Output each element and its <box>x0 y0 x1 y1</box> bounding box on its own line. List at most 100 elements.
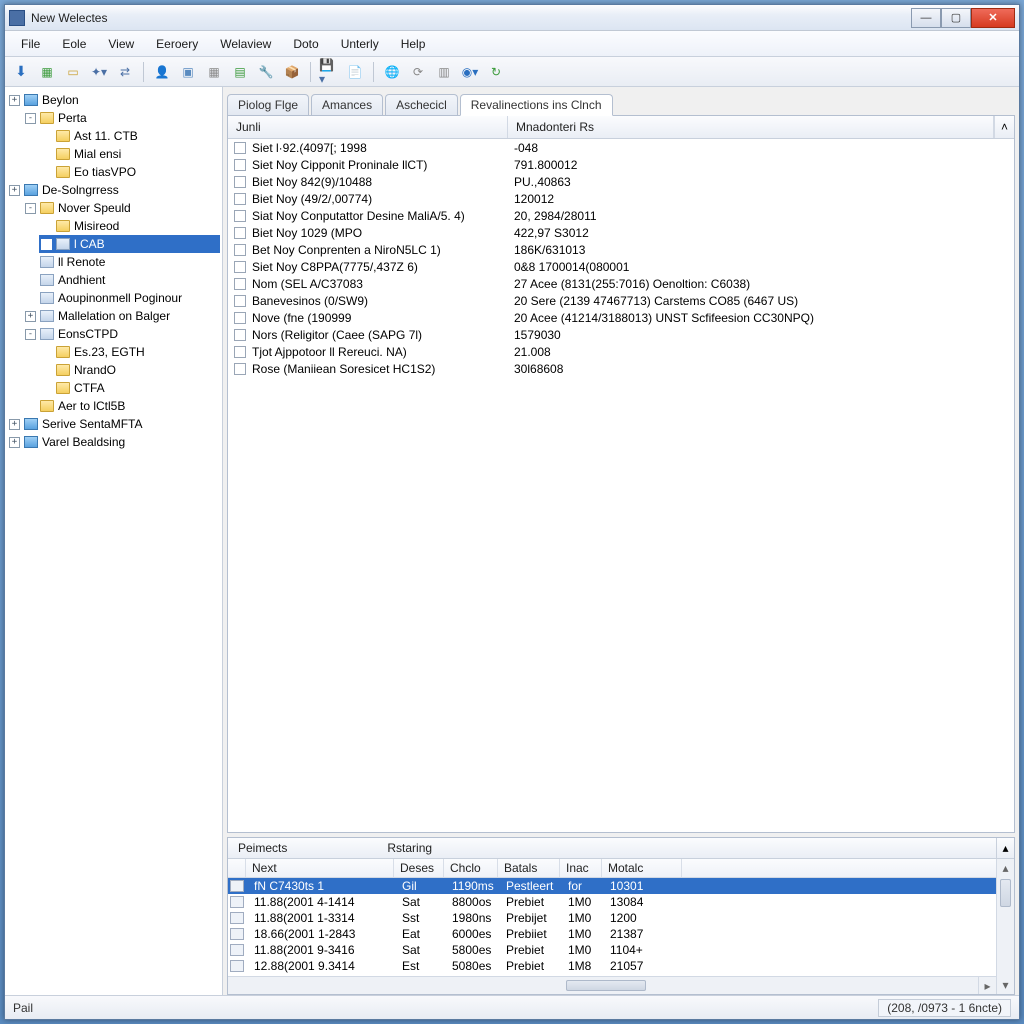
tree-node[interactable]: +Varel Bealdsing <box>7 433 220 451</box>
checkbox[interactable] <box>234 244 246 256</box>
user-icon[interactable]: 👤 <box>152 62 172 82</box>
tree-node[interactable]: Andhient <box>23 271 220 289</box>
list-row[interactable]: Tjot Ajppotoor ll Rereuci. NA)21.008 <box>228 343 1014 360</box>
bottom-row[interactable]: fN C7430ts 1Gil1190msPestleertfor10301 <box>228 878 996 894</box>
scrollbar-thumb[interactable] <box>1000 879 1011 907</box>
checkbox[interactable] <box>234 176 246 188</box>
open-icon[interactable]: ▭ <box>63 62 83 82</box>
tab-aschecicl[interactable]: Aschecicl <box>385 94 458 115</box>
bottom-col-batals[interactable]: Batals <box>498 859 560 877</box>
bottom-col-deses[interactable]: Deses <box>394 859 444 877</box>
tree-node[interactable]: ll Renote <box>23 253 220 271</box>
tree-node[interactable]: Es.23, EGTH <box>39 343 220 361</box>
scrollbar-thumb[interactable] <box>566 980 646 991</box>
expand-icon[interactable]: + <box>9 95 20 106</box>
sync-icon[interactable]: ⟳ <box>408 62 428 82</box>
list-row[interactable]: Siet l·92.(4097[; 1998-048 <box>228 139 1014 156</box>
tree-sidebar[interactable]: +Beylon-PertaAst 11. CTBMial ensiEo tias… <box>5 87 223 995</box>
globe-icon[interactable]: 🌐 <box>382 62 402 82</box>
collapse-icon[interactable]: - <box>25 203 36 214</box>
menu-welaview[interactable]: Welaview <box>210 34 281 54</box>
checkbox[interactable] <box>234 295 246 307</box>
tab-revalinections-ins-clnch[interactable]: Revalinections ins Clnch <box>460 94 613 116</box>
scroll-down-icon[interactable]: ▾ <box>997 976 1014 994</box>
checkbox[interactable] <box>234 210 246 222</box>
expand-icon[interactable]: + <box>9 185 20 196</box>
checkbox[interactable] <box>234 329 246 341</box>
tab-rstaring[interactable]: Rstaring <box>377 838 442 858</box>
window-icon[interactable]: ▣ <box>178 62 198 82</box>
list-row[interactable]: Banevesinos (0/SW9)20 Sere (2139 4746771… <box>228 292 1014 309</box>
tree-node[interactable]: -EonsCTPD <box>23 325 220 343</box>
list-row[interactable]: Biet Noy (49/2/,00774)120012 <box>228 190 1014 207</box>
bottom-row[interactable]: 11.88(2001 9-3416Sat5800esPrebiet1M01104… <box>228 942 996 958</box>
column-junli[interactable]: Junli <box>228 116 508 138</box>
box-icon[interactable]: 📦 <box>282 62 302 82</box>
tree-node[interactable]: -Nover Speuld <box>23 199 220 217</box>
checkbox[interactable] <box>234 312 246 324</box>
tree-node[interactable]: Misireod <box>39 217 220 235</box>
tab-amances[interactable]: Amances <box>311 94 383 115</box>
tree-node[interactable]: Aer to lCtl5B <box>23 397 220 415</box>
tree-node[interactable]: +Beylon <box>7 91 220 109</box>
tree-node[interactable]: Eo tiasVPO <box>39 163 220 181</box>
menu-eole[interactable]: Eole <box>52 34 96 54</box>
tree-node[interactable]: Mial ensi <box>39 145 220 163</box>
menu-unterly[interactable]: Unterly <box>331 34 389 54</box>
new-icon[interactable]: ▦ <box>37 62 57 82</box>
bottom-col-chclo[interactable]: Chclo <box>444 859 498 877</box>
list-row[interactable]: Nors (Religitor (Caee (SAPG 7l)1579030 <box>228 326 1014 343</box>
horizontal-scrollbar[interactable]: ▸ <box>228 976 996 994</box>
tree-node[interactable]: Aoupinonmell Poginour <box>23 289 220 307</box>
expand-icon[interactable]: + <box>25 311 36 322</box>
maximize-button[interactable]: ▢ <box>941 8 971 28</box>
list-row[interactable]: Nove (fne (19099920 Acee (41214/3188013)… <box>228 309 1014 326</box>
checkbox[interactable] <box>234 261 246 273</box>
tree-node[interactable]: CTFA <box>39 379 220 397</box>
collapse-icon[interactable]: ˄ <box>994 116 1014 138</box>
list-row[interactable]: Siat Noy Conputattor Desine MaliA/5. 4)2… <box>228 207 1014 224</box>
menu-eeroery[interactable]: Eeroery <box>146 34 208 54</box>
link-icon[interactable]: ⇄ <box>115 62 135 82</box>
list-row[interactable]: Biet Noy 842(9)/10488PU.,40863 <box>228 173 1014 190</box>
bottom-rows[interactable]: fN C7430ts 1Gil1190msPestleertfor1030111… <box>228 878 996 976</box>
bottom-row[interactable]: 11.88(2001 1-3314Sst1980nsPrebijet1M0120… <box>228 910 996 926</box>
page-icon[interactable]: 📄 <box>345 62 365 82</box>
scroll-right-icon[interactable]: ▸ <box>978 977 996 994</box>
scroll-up-icon[interactable]: ▴ <box>996 838 1014 858</box>
close-button[interactable]: ✕ <box>971 8 1015 28</box>
collapse-icon[interactable]: - <box>25 329 36 340</box>
checkbox[interactable] <box>234 193 246 205</box>
wizard-icon[interactable]: ✦▾ <box>89 62 109 82</box>
bottom-row[interactable]: 11.88(2001 4-1414Sat8800osPrebiet1M01308… <box>228 894 996 910</box>
list-row[interactable]: Bet Noy Conprenten a NiroN5LC 1)186K/631… <box>228 241 1014 258</box>
bottom-col-motalc[interactable]: Motalc <box>602 859 682 877</box>
tab-peimects[interactable]: Peimects <box>228 838 297 858</box>
list-row[interactable]: Rose (Maniiean Soresicet HC1S2)30l68608 <box>228 360 1014 377</box>
help-icon[interactable]: ◉▾ <box>460 62 480 82</box>
tab-piolog-flge[interactable]: Piolog Flge <box>227 94 309 115</box>
menu-help[interactable]: Help <box>391 34 436 54</box>
checkbox[interactable] <box>234 227 246 239</box>
menu-view[interactable]: View <box>98 34 144 54</box>
scroll-up-icon[interactable]: ▴ <box>997 859 1014 877</box>
refresh-icon[interactable]: ↻ <box>486 62 506 82</box>
list-rows[interactable]: Siet l·92.(4097[; 1998-048Siet Noy Cippo… <box>228 139 1014 832</box>
table-icon[interactable]: ▤ <box>230 62 250 82</box>
list-row[interactable]: Nom (SEL A/C3708327 Acee (8131(255:7016)… <box>228 275 1014 292</box>
tools-icon[interactable]: 🔧 <box>256 62 276 82</box>
bottom-col-inac[interactable]: Inac <box>560 859 602 877</box>
bottom-col-icon[interactable] <box>228 859 246 877</box>
panel-icon[interactable]: ▥ <box>434 62 454 82</box>
column-mnadonteri[interactable]: Mnadonteri Rs <box>508 116 994 138</box>
tree-node[interactable]: +De-Solngrress <box>7 181 220 199</box>
tree-node[interactable]: -Perta <box>23 109 220 127</box>
bottom-col-next[interactable]: Next <box>246 859 394 877</box>
checkbox[interactable] <box>234 159 246 171</box>
list-row[interactable]: Siet Noy C8PPA(7775/,437Z 6)0&8 1700014(… <box>228 258 1014 275</box>
minimize-button[interactable]: — <box>911 8 941 28</box>
tree-node[interactable]: +Mallelation on Balger <box>23 307 220 325</box>
vertical-scrollbar[interactable]: ▴ ▾ <box>996 859 1014 994</box>
tree-node[interactable]: l CAB <box>39 235 220 253</box>
bottom-row[interactable]: 12.88(2001 9.3414Est5080esPrebiet1M82105… <box>228 958 996 974</box>
